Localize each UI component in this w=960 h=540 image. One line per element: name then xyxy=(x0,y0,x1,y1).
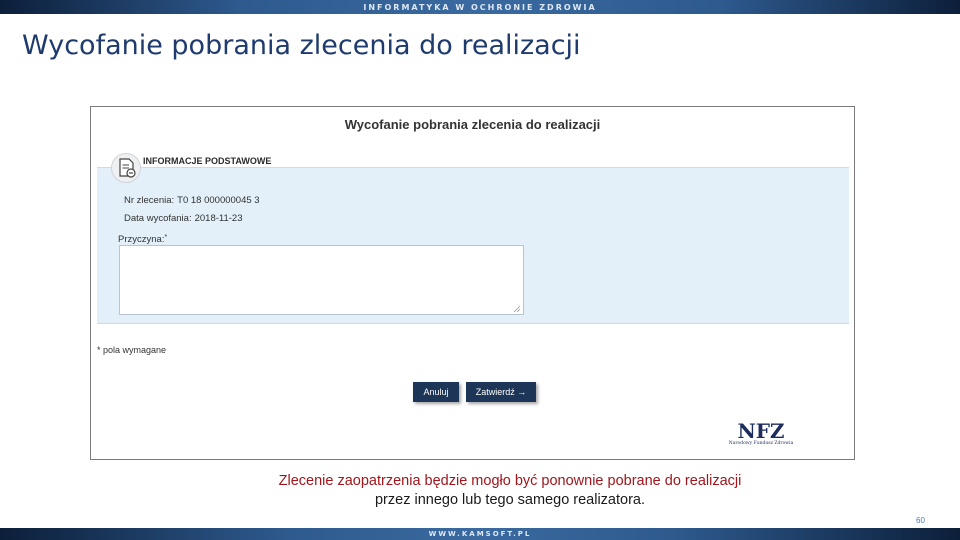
reason-label: Przyczyna: xyxy=(118,234,165,245)
resize-grip-icon[interactable] xyxy=(513,305,521,313)
withdrawal-date-field: Data wycofania: 2018-11-23 xyxy=(124,213,242,224)
required-fields-note: * pola wymagane xyxy=(97,345,167,355)
dialog-title: Wycofanie pobrania zlecenia do realizacj… xyxy=(344,117,601,132)
withdrawal-date-value: 2018-11-23 xyxy=(194,213,243,224)
order-number-value: T0 18 000000045 3 xyxy=(177,195,260,206)
caption-line-1: Zlecenie zaopatrzenia będzie mogło być p… xyxy=(278,473,742,489)
caption-line-2: przez innego lub tego samego realizatora… xyxy=(374,492,646,508)
footer-banner-text: WWW.KAMSOFT.PL xyxy=(428,530,532,538)
dialog-screenshot: Wycofanie pobrania zlecenia do realizacj… xyxy=(90,106,855,460)
page-number: 60 xyxy=(916,516,925,525)
withdrawal-date-label: Data wycofania: xyxy=(124,213,192,224)
nfz-logo: NFZ Narodowy Fundusz Zdrowia xyxy=(723,421,799,453)
reason-textarea[interactable] xyxy=(119,245,524,315)
cancel-button[interactable]: Anuluj xyxy=(413,382,459,402)
footer-banner: WWW.KAMSOFT.PL xyxy=(0,528,960,540)
header-banner-text: INFORMATYKA W OCHRONIE ZDROWIA xyxy=(363,2,597,12)
required-mark: * xyxy=(164,234,168,241)
caption: Zlecenie zaopatrzenia będzie mogło być p… xyxy=(120,472,900,510)
section-label: INFORMACJE PODSTAWOWE xyxy=(143,156,272,166)
confirm-button[interactable]: Zatwierdź → xyxy=(466,382,536,402)
order-number-label: Nr zlecenia: xyxy=(124,195,175,206)
slide-title: Wycofanie pobrania zlecenia do realizacj… xyxy=(22,30,581,61)
order-number-field: Nr zlecenia: T0 18 000000045 3 xyxy=(124,195,260,206)
nfz-logo-subtitle: Narodowy Fundusz Zdrowia xyxy=(728,441,794,446)
nfz-logo-letters: NFZ xyxy=(737,419,785,443)
header-banner: INFORMATYKA W OCHRONIE ZDROWIA xyxy=(0,0,960,14)
document-icon xyxy=(111,153,141,183)
reason-label-row: Przyczyna:* xyxy=(118,234,167,245)
